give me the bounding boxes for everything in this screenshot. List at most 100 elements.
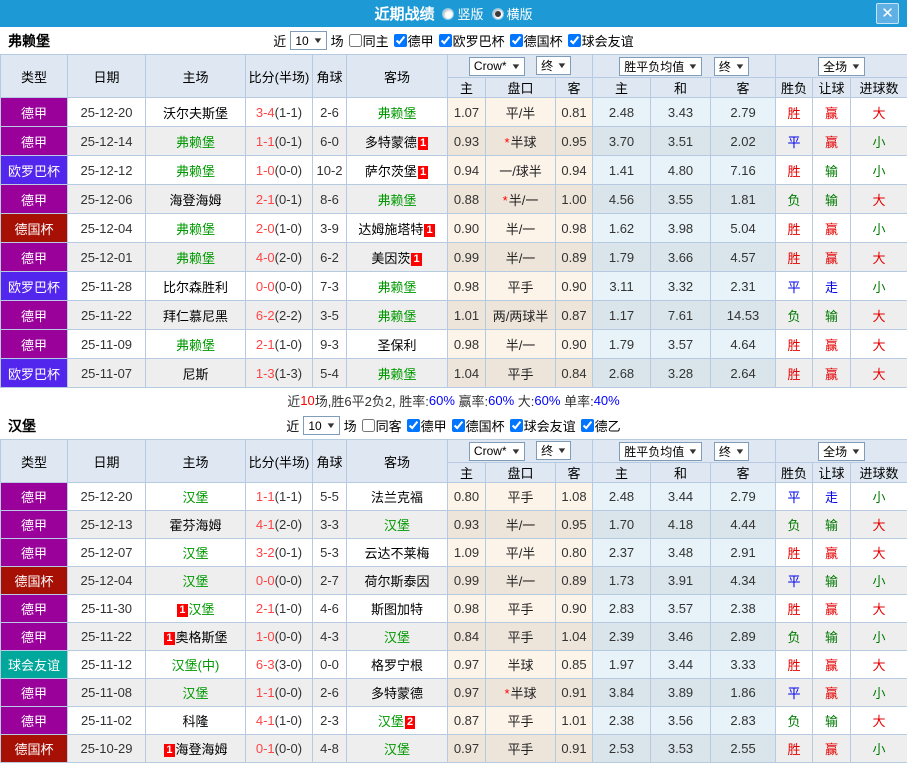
col-handicap-result: 让球 [813,78,851,98]
result-goals: 小 [851,156,907,185]
home-team: 科隆 [146,707,246,735]
col-goals: 进球数 [851,78,907,98]
radio-vertical-layout[interactable]: 竖版 [442,4,483,23]
odds-time-select[interactable]: 终▼ [536,441,571,460]
europe-group-header: 胜平负均值▼ 终▼ [593,440,776,463]
close-icon[interactable]: ✕ [876,3,899,24]
league-checkbox[interactable] [452,419,465,432]
summary-text: 场,胜6平2负2, 胜率: [315,391,429,410]
league-filter-欧罗巴杯[interactable]: 欧罗巴杯 [434,31,505,50]
result-handicap: 赢 [813,539,851,567]
league-filter-label: 德乙 [595,416,621,435]
odds-time-select[interactable]: 终▼ [536,56,571,75]
same-venue-checkbox[interactable] [362,419,375,432]
match-date: 25-11-07 [68,359,146,388]
league-checkbox[interactable] [510,34,523,47]
summary-text: 60% [429,393,455,408]
handicap: 平手 [486,707,556,735]
col-handicap: 盘口 [486,463,556,483]
crow-home-odds: 0.97 [448,679,486,707]
handicap: 平手 [486,272,556,301]
period-select[interactable]: 全场▼ [818,57,865,76]
result-handicap: 输 [813,707,851,735]
match-type: 德甲 [1,243,68,272]
europe-odds-select[interactable]: 胜平负均值▼ [619,57,702,76]
recent-results-dialog: 近期战绩 竖版 横版 ✕ 弗赖堡 近 10▼ 场 同主 德甲欧 [0,0,907,751]
bookmaker-select[interactable]: Crow*▼ [469,442,525,461]
radio-horizontal-label: 横版 [507,4,533,23]
away-team: 美因茨1 [347,243,448,272]
match-type: 欧罗巴杯 [1,359,68,388]
match-date: 25-11-28 [68,272,146,301]
score: 3-2(0-1) [246,539,313,567]
crow-away-odds: 1.00 [556,185,593,214]
result-handicap: 赢 [813,127,851,156]
match-count-select[interactable]: 10▼ [303,416,339,435]
match-count-select[interactable]: 10▼ [290,31,326,50]
same-venue-checkbox[interactable] [349,34,362,47]
col-home: 主场 [146,55,246,98]
radio-icon[interactable] [442,8,454,20]
league-checkbox[interactable] [581,419,594,432]
league-filter-德国杯[interactable]: 德国杯 [447,416,505,435]
league-filter-德甲[interactable]: 德甲 [389,31,434,50]
europe-time-select[interactable]: 终▼ [714,57,749,76]
away-team: 圣保利 [347,330,448,359]
score: 1-1(0-0) [246,679,313,707]
radio-horizontal-layout[interactable]: 横版 [492,4,533,23]
match-row: 德甲25-12-06海登海姆2-1(0-1)8-6弗赖堡0.88*半/一1.00… [1,185,907,214]
crow-away-odds: 0.89 [556,243,593,272]
corners: 3-3 [313,511,347,539]
bookmaker-select[interactable]: Crow*▼ [469,57,525,76]
score: 6-3(3-0) [246,651,313,679]
result-winlose: 胜 [776,98,813,127]
same-venue-filter[interactable]: 同主 [344,31,389,50]
handicap: 半/一 [486,330,556,359]
crow-home-odds: 0.90 [448,214,486,243]
league-filter-球会友谊[interactable]: 球会友谊 [563,31,634,50]
result-handicap: 赢 [813,595,851,623]
away-team: 斯图加特 [347,595,448,623]
crow-home-odds: 1.04 [448,359,486,388]
result-goals: 大 [851,330,907,359]
match-type: 德甲 [1,483,68,511]
league-filter-德国杯[interactable]: 德国杯 [505,31,563,50]
euro-away-odds: 2.02 [711,127,776,156]
league-checkbox[interactable] [407,419,420,432]
euro-away-odds: 2.64 [711,359,776,388]
result-winlose: 胜 [776,539,813,567]
crow-away-odds: 0.90 [556,595,593,623]
result-goals: 大 [851,511,907,539]
radio-icon[interactable] [492,8,504,20]
result-goals: 大 [851,98,907,127]
result-winlose: 平 [776,272,813,301]
crow-away-odds: 0.85 [556,651,593,679]
period-select[interactable]: 全场▼ [818,442,865,461]
crow-away-odds: 0.81 [556,98,593,127]
league-filter-球会友谊[interactable]: 球会友谊 [505,416,576,435]
corners: 5-3 [313,539,347,567]
euro-home-odds: 3.70 [593,127,651,156]
handicap: 半/一 [486,511,556,539]
match-row: 德国杯25-10-291海登海姆0-1(0-0)4-8汉堡0.97平手0.912… [1,735,907,763]
league-checkbox[interactable] [568,34,581,47]
match-date: 25-12-14 [68,127,146,156]
result-goals: 小 [851,567,907,595]
match-type: 德甲 [1,679,68,707]
league-checkbox[interactable] [439,34,452,47]
league-checkbox[interactable] [394,34,407,47]
filters: 近 10▼ 场 同客 德甲德国杯球会友谊德乙 [286,416,620,435]
league-checkbox[interactable] [510,419,523,432]
corners: 4-3 [313,623,347,651]
league-filter-德甲[interactable]: 德甲 [402,416,447,435]
same-venue-filter[interactable]: 同客 [357,416,402,435]
away-team: 多特蒙德1 [347,127,448,156]
match-date: 25-11-30 [68,595,146,623]
match-row: 德国杯25-12-04汉堡0-0(0-0)2-7荷尔斯泰因0.99半/一0.89… [1,567,907,595]
away-team: 弗赖堡 [347,272,448,301]
europe-odds-select[interactable]: 胜平负均值▼ [619,442,702,461]
league-filter-德乙[interactable]: 德乙 [576,416,621,435]
home-team: 拜仁慕尼黑 [146,301,246,330]
score: 1-3(1-3) [246,359,313,388]
europe-time-select[interactable]: 终▼ [714,442,749,461]
